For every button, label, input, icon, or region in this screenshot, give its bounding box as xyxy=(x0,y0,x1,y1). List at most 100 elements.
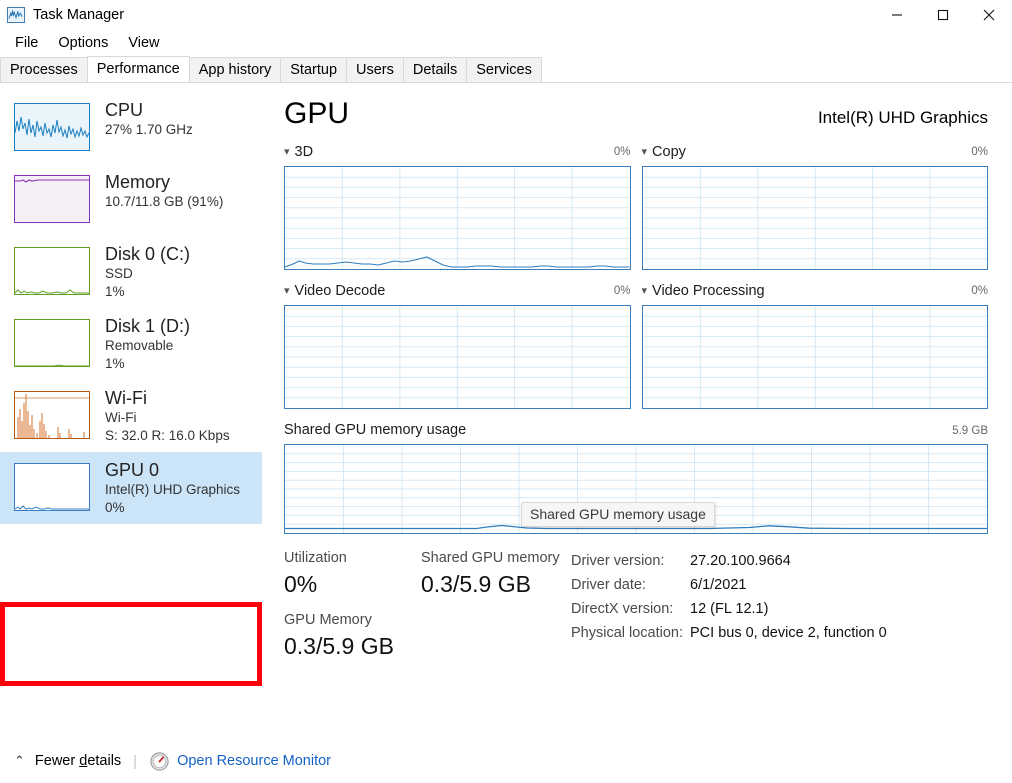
close-button[interactable] xyxy=(966,0,1012,30)
engine-copy-value: 0% xyxy=(971,145,988,158)
sidebar-item-disk0-title: Disk 0 (C:) xyxy=(105,244,190,264)
engine-3d-chart xyxy=(284,166,631,270)
tab-details[interactable]: Details xyxy=(402,57,468,82)
title-bar: Task Manager xyxy=(0,0,1012,30)
engine-3d-label-group[interactable]: ▾ 3D xyxy=(284,144,313,160)
sidebar-item-disk0[interactable]: Disk 0 (C:) SSD 1% xyxy=(0,236,262,308)
open-resource-monitor-link[interactable]: Open Resource Monitor xyxy=(150,751,332,771)
sidebar-item-cpu-stats: 27% 1.70 GHz xyxy=(105,122,193,137)
engine-video-decode-chart xyxy=(284,305,631,409)
sidebar-item-gpu0-device: Intel(R) UHD Graphics xyxy=(105,482,241,497)
sidebar-item-disk0-type: SSD xyxy=(105,266,133,281)
engine-video-processing-chart xyxy=(641,305,988,409)
gpu-memory-label: GPU Memory xyxy=(284,612,372,628)
engine-video-processing-value: 0% xyxy=(971,284,988,297)
gpu-stats-column-1: Utilization 0% GPU Memory 0.3/5.9 GB xyxy=(284,548,421,662)
engine-cell-3d: ▾ 3D 0% xyxy=(284,144,631,270)
engine-copy-label-group[interactable]: ▾ Copy xyxy=(642,144,686,160)
task-manager-icon xyxy=(7,7,25,23)
performance-sidebar: CPU 27% 1.70 GHz Memory 10.7/11.8 GB (91… xyxy=(0,83,262,739)
content-area: CPU 27% 1.70 GHz Memory 10.7/11.8 GB (91… xyxy=(0,83,1012,739)
tab-services[interactable]: Services xyxy=(466,57,542,82)
gpu-driver-details: Driver version: 27.20.100.9664 Driver da… xyxy=(571,548,988,662)
sidebar-item-wifi-rates: S: 32.0 R: 16.0 Kbps xyxy=(105,428,230,443)
tab-users[interactable]: Users xyxy=(346,57,404,82)
engine-video-processing-label-group[interactable]: ▾ Video Processing xyxy=(642,283,765,299)
chevron-down-icon[interactable]: ▾ xyxy=(284,146,290,158)
engine-video-decode-header: ▾ Video Decode 0% xyxy=(284,283,631,301)
sidebar-item-cpu[interactable]: CPU 27% 1.70 GHz xyxy=(0,92,262,164)
engine-cell-video-processing: ▾ Video Processing 0% xyxy=(641,283,989,409)
detail-row-directx-version: DirectX version: 12 (FL 12.1) xyxy=(571,597,988,621)
detail-row-driver-date: Driver date: 6/1/2021 xyxy=(571,573,988,597)
engine-3d-header: ▾ 3D 0% xyxy=(284,144,631,162)
footer-separator: | xyxy=(133,752,138,770)
shared-gpu-memory-label: Shared GPU memory xyxy=(421,550,560,566)
chevron-down-icon[interactable]: ▾ xyxy=(642,285,648,297)
tab-performance[interactable]: Performance xyxy=(86,56,190,82)
directx-version-value: 12 (FL 12.1) xyxy=(690,601,769,617)
sidebar-item-disk1[interactable]: Disk 1 (D:) Removable 1% xyxy=(0,308,262,380)
driver-date-value: 6/1/2021 xyxy=(690,577,747,593)
tab-bar: Processes Performance App history Startu… xyxy=(0,56,1012,83)
tab-startup[interactable]: Startup xyxy=(280,57,348,82)
menu-bar: File Options View xyxy=(0,30,1012,56)
disk1-thumbnail-chart xyxy=(14,319,90,367)
maximize-button[interactable] xyxy=(920,0,966,30)
menu-item-options[interactable]: Options xyxy=(48,33,118,53)
detail-row-physical-location: Physical location: PCI bus 0, device 2, … xyxy=(571,621,988,645)
engine-3d-value: 0% xyxy=(613,145,631,158)
tab-processes[interactable]: Processes xyxy=(0,57,88,82)
resource-monitor-icon xyxy=(150,751,169,771)
gpu-detail-panel: GPU Intel(R) UHD Graphics ▾ 3D 0% ▾ Copy… xyxy=(262,83,1012,739)
tab-app-history[interactable]: App history xyxy=(188,57,282,82)
engine-copy-chart xyxy=(641,166,988,270)
window-controls xyxy=(874,0,1012,30)
sidebar-item-gpu0[interactable]: GPU 0 Intel(R) UHD Graphics 0% xyxy=(0,452,262,524)
chevron-down-icon[interactable]: ▾ xyxy=(284,285,290,297)
shared-memory-header: Shared GPU memory usage 5.9 GB xyxy=(284,422,988,440)
minimize-button[interactable] xyxy=(874,0,920,30)
engine-video-decode-label-group[interactable]: ▾ Video Decode xyxy=(284,283,385,299)
engine-video-decode-value: 0% xyxy=(613,284,631,297)
wifi-thumbnail-chart xyxy=(14,391,90,439)
sidebar-item-memory[interactable]: Memory 10.7/11.8 GB (91%) xyxy=(0,164,262,236)
engine-copy-label: Copy xyxy=(652,144,686,160)
fewer-details-button[interactable]: ⌃ Fewer details xyxy=(14,753,121,769)
sidebar-item-wifi[interactable]: Wi-Fi Wi-Fi S: 32.0 R: 16.0 Kbps xyxy=(0,380,262,452)
driver-version-label: Driver version: xyxy=(571,553,665,569)
app-title: Task Manager xyxy=(33,7,125,23)
engine-chart-row-2: ▾ Video Decode 0% ▾ Video Processing 0% xyxy=(284,283,988,409)
sidebar-item-wifi-title: Wi-Fi xyxy=(105,388,147,408)
open-resource-monitor-label: Open Resource Monitor xyxy=(177,753,332,769)
driver-date-label: Driver date: xyxy=(571,577,646,593)
engine-video-processing-label: Video Processing xyxy=(652,283,765,299)
engine-cell-video-decode: ▾ Video Decode 0% xyxy=(284,283,631,409)
shared-memory-max: 5.9 GB xyxy=(952,425,988,437)
gpu-stats: Utilization 0% GPU Memory 0.3/5.9 GB Sha… xyxy=(284,548,988,662)
engine-3d-label: 3D xyxy=(294,144,314,160)
engine-cell-copy: ▾ Copy 0% xyxy=(641,144,989,270)
sidebar-item-disk1-type: Removable xyxy=(105,338,174,353)
sidebar-item-disk1-title: Disk 1 (D:) xyxy=(105,316,190,336)
memory-thumbnail-chart xyxy=(14,175,90,223)
detail-row-driver-version: Driver version: 27.20.100.9664 xyxy=(571,549,988,573)
physical-location-label: Physical location: xyxy=(571,625,684,641)
page-title: GPU xyxy=(284,97,350,130)
sidebar-item-gpu0-usage: 0% xyxy=(105,500,125,515)
menu-item-file[interactable]: File xyxy=(5,33,48,53)
sidebar-item-cpu-title: CPU xyxy=(105,100,144,120)
engine-video-processing-header: ▾ Video Processing 0% xyxy=(642,283,989,301)
engine-copy-header: ▾ Copy 0% xyxy=(642,144,989,162)
chevron-down-icon[interactable]: ▾ xyxy=(642,146,648,158)
sidebar-item-memory-title: Memory xyxy=(105,172,171,192)
gpu-panel-header: GPU Intel(R) UHD Graphics xyxy=(284,97,988,131)
utilization-value: 0% xyxy=(284,571,318,597)
fewer-details-label: Fewer details xyxy=(34,753,122,769)
chevron-up-icon: ⌃ xyxy=(14,753,25,768)
gpu0-thumbnail-chart xyxy=(14,463,90,511)
sidebar-item-disk1-usage: 1% xyxy=(105,356,125,371)
shared-gpu-memory-value: 0.3/5.9 GB xyxy=(421,571,531,597)
gpu-device-name: Intel(R) UHD Graphics xyxy=(817,108,988,127)
menu-item-view[interactable]: View xyxy=(118,33,169,53)
